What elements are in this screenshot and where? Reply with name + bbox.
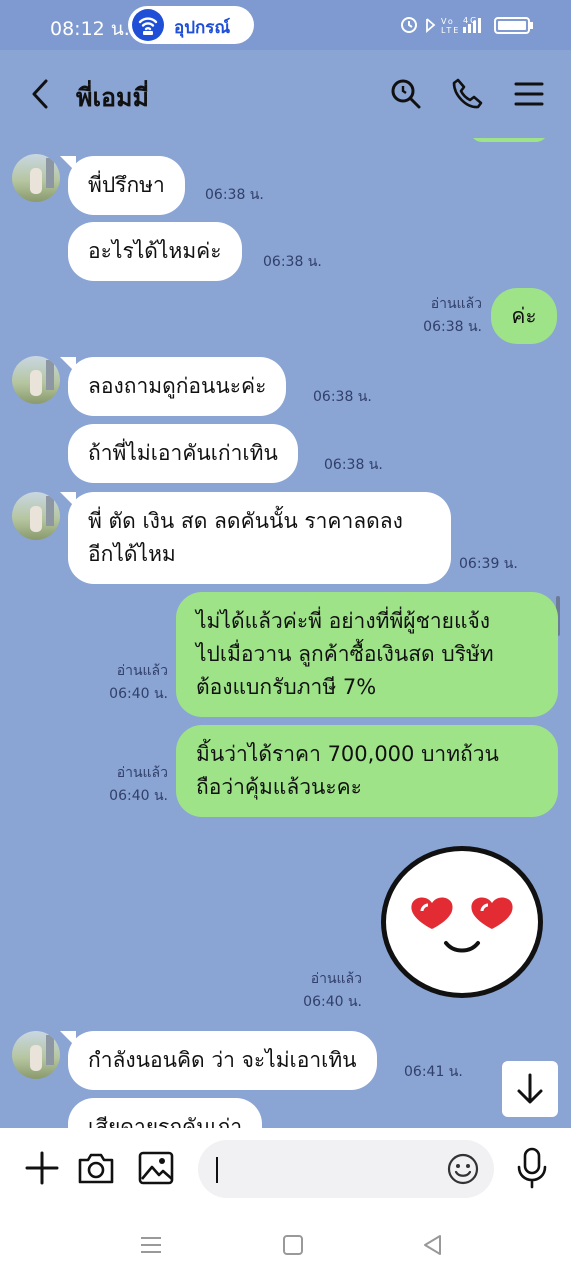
message-time: 06:38 น.: [313, 389, 372, 405]
scroll-to-bottom-button[interactable]: [502, 1061, 558, 1117]
read-receipt: อ่านแล้ว 06:40 น.: [88, 762, 168, 808]
home-button[interactable]: [280, 1232, 306, 1258]
message-input[interactable]: [198, 1140, 494, 1198]
read-label: อ่านแล้ว: [430, 296, 482, 312]
mic-icon: [517, 1147, 547, 1189]
heart-eyes-smiley-icon: [411, 897, 513, 953]
search-icon: [391, 79, 421, 109]
message-bubble-incoming[interactable]: อะไรได้ไหมค่ะ: [68, 222, 242, 281]
message-time: 06:39 น.: [459, 556, 518, 572]
message-time: 06:40 น.: [303, 994, 362, 1010]
phone-icon: [452, 78, 483, 109]
message-text: ไม่ได้แล้วค่ะพี่ อย่างที่พี่ผู้ชายแจ้ง ไ…: [196, 609, 494, 699]
message-text: มิ้นว่าได้ราคา 700,000 บาทถ้วน ถือว่าคุ้…: [196, 742, 499, 799]
camera-button[interactable]: [76, 1148, 116, 1188]
message-bubble-outgoing[interactable]: ค่ะ: [491, 288, 557, 344]
message-bubble-incoming[interactable]: เสียดายรถคันเก่า: [68, 1098, 263, 1128]
gallery-button[interactable]: [136, 1148, 176, 1188]
avatar[interactable]: [12, 154, 60, 202]
message-time: 06:38 น.: [324, 457, 383, 473]
home-icon: [283, 1235, 303, 1255]
read-receipt: อ่านแล้ว 06:40 น.: [88, 660, 168, 706]
message-text: เสียดายรถคันเก่า: [88, 1115, 243, 1128]
message-text: กำลังนอนคิด ว่า จะไม่เอาเทิน: [88, 1048, 357, 1072]
hotspot-label: อุปกรณ์: [174, 18, 231, 38]
message-bubble-incoming[interactable]: ถ้าพี่ไม่เอาคันเก่าเทิน: [68, 424, 298, 483]
status-indicators-icon: Vo LTE 4G: [401, 16, 533, 35]
read-label: อ่านแล้ว: [116, 663, 168, 679]
message-bubble-incoming[interactable]: พี่ปรึกษา: [60, 156, 185, 215]
previous-message-bubble: [470, 138, 548, 142]
back-button[interactable]: [26, 76, 56, 112]
recents-button[interactable]: [138, 1232, 164, 1258]
back-nav-button[interactable]: [420, 1232, 446, 1258]
avatar[interactable]: [12, 492, 60, 540]
text-caret: [216, 1157, 218, 1183]
message-time: 06:40 น.: [109, 788, 168, 804]
plus-icon: [25, 1151, 59, 1185]
message-text: พี่ปรึกษา: [88, 173, 165, 197]
arrow-down-icon: [517, 1073, 543, 1104]
search-button[interactable]: [388, 76, 424, 112]
message-text: พี่ ตัด เงิน สด ลดคันนั้น ราคาลดลง อีกได…: [88, 509, 403, 566]
menu-icon: [514, 82, 544, 106]
message-time: 06:38 น.: [205, 187, 264, 203]
chat-title: พี่เอมมี่: [76, 83, 149, 112]
avatar[interactable]: [12, 1031, 60, 1079]
recents-icon: [141, 1237, 161, 1253]
voice-button[interactable]: [512, 1146, 552, 1190]
back-triangle-icon: [424, 1235, 441, 1255]
svg-text:4G: 4G: [463, 16, 478, 25]
message-time: 06:40 น.: [109, 686, 168, 702]
sticker-message[interactable]: [381, 846, 543, 998]
message-bubble-incoming[interactable]: พี่ ตัด เงิน สด ลดคันนั้น ราคาลดลง อีกได…: [60, 492, 451, 584]
message-bubble-outgoing[interactable]: ไม่ได้แล้วค่ะพี่ อย่างที่พี่ผู้ชายแจ้ง ไ…: [176, 592, 558, 717]
read-receipt: อ่านแล้ว 06:38 น.: [400, 293, 482, 339]
read-receipt: อ่านแล้ว 06:40 น.: [282, 968, 362, 1014]
partial-message-row: เสียดายรถคันเก่า: [0, 1096, 571, 1128]
message-time: 06:38 น.: [423, 319, 482, 335]
chevron-left-icon: [32, 79, 48, 109]
svg-text:Vo: Vo: [441, 17, 455, 26]
status-bar: 08:12 น. อุปกรณ์ Vo LTE 4G: [0, 0, 571, 50]
message-text: ค่ะ: [511, 304, 537, 328]
read-label: อ่านแล้ว: [116, 765, 168, 781]
message-bubble-incoming[interactable]: ลองถามดูก่อนนะค่ะ: [60, 357, 287, 416]
message-time: 06:38 น.: [263, 254, 322, 270]
message-text: ถ้าพี่ไม่เอาคันเก่าเทิน: [88, 441, 278, 465]
message-text: อะไรได้ไหมค่ะ: [88, 239, 222, 263]
camera-icon: [78, 1153, 114, 1184]
emoji-icon: [447, 1153, 479, 1185]
message-input-bar: [0, 1128, 571, 1208]
call-button[interactable]: [449, 76, 485, 112]
image-icon: [138, 1151, 174, 1185]
svg-text:LTE: LTE: [441, 26, 460, 35]
hotspot-pill[interactable]: อุปกรณ์: [128, 6, 254, 44]
message-text: ลองถามดูก่อนนะค่ะ: [88, 374, 267, 398]
chat-header: พี่เอมมี่: [0, 50, 571, 138]
add-button[interactable]: [22, 1148, 62, 1188]
message-bubble-outgoing[interactable]: มิ้นว่าได้ราคา 700,000 บาทถ้วน ถือว่าคุ้…: [176, 725, 558, 817]
system-nav-bar: [0, 1208, 571, 1280]
read-label: อ่านแล้ว: [310, 971, 362, 987]
avatar[interactable]: [12, 356, 60, 404]
message-bubble-incoming[interactable]: กำลังนอนคิด ว่า จะไม่เอาเทิน: [60, 1031, 377, 1090]
emoji-button[interactable]: [446, 1152, 480, 1186]
wifi-hotspot-icon: [132, 9, 164, 41]
message-time: 06:41 น.: [404, 1064, 463, 1080]
status-icons: Vo LTE 4G: [399, 13, 547, 41]
status-time: 08:12 น.: [50, 18, 130, 40]
menu-button[interactable]: [510, 76, 546, 112]
